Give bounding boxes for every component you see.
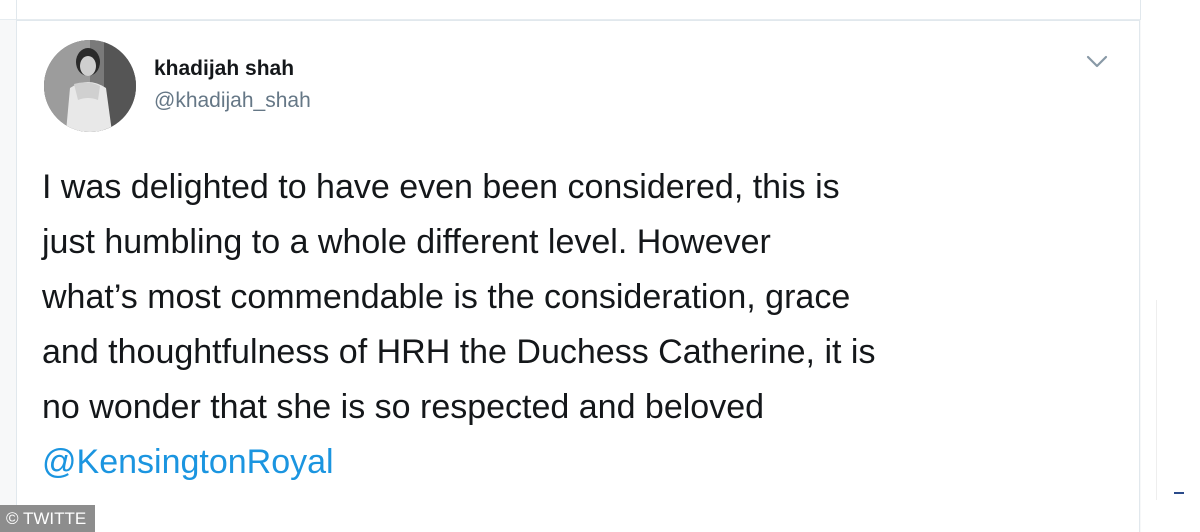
tweet-text-line: no wonder that she is so respected and b… <box>42 388 765 426</box>
card-divider-left <box>16 0 17 20</box>
previous-tweet-edge <box>0 0 1200 20</box>
image-credit: © TWITTE <box>0 505 96 532</box>
mention-link[interactable]: @KensingtonRoyal <box>42 443 334 481</box>
right-gutter <box>1141 0 1200 532</box>
avatar[interactable] <box>44 40 136 132</box>
user-info: khadijah shah @khadijah_shah <box>154 56 311 114</box>
tweet-text-line: what’s most commendable is the considera… <box>42 278 851 316</box>
profile-photo-icon <box>44 40 136 132</box>
display-name[interactable]: khadijah shah <box>154 56 311 82</box>
gutter-mark <box>1174 492 1184 494</box>
user-handle[interactable]: @khadijah_shah <box>154 88 311 114</box>
tweet-text-line: just humbling to a whole different level… <box>42 223 771 261</box>
tweet-menu-button[interactable] <box>1084 52 1110 72</box>
gutter-divider <box>1156 300 1157 500</box>
chevron-down-icon <box>1086 55 1108 68</box>
tweet-text: I was delighted to have even been consid… <box>42 160 1122 490</box>
tweet-text-line: I was delighted to have even been consid… <box>42 168 840 206</box>
tweet-text-line: and thoughtfulness of HRH the Duchess Ca… <box>42 333 876 371</box>
